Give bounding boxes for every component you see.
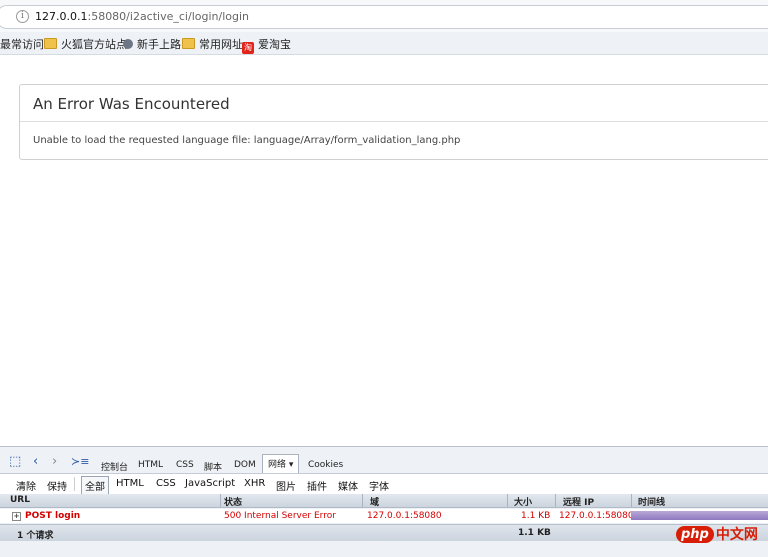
request-size: 1.1 KB xyxy=(521,511,551,521)
folder-icon xyxy=(182,38,195,49)
filter-css[interactable]: CSS xyxy=(156,478,176,489)
network-toolbar: 清除 保持 全部 HTML CSS JavaScript XHR 图片 插件 媒… xyxy=(0,473,768,495)
tab-console[interactable]: 控制台 xyxy=(101,460,128,473)
console-list-icon[interactable]: ≻≡ xyxy=(71,455,89,468)
filter-fonts[interactable]: 字体 xyxy=(369,478,389,493)
filter-all[interactable]: 全部 xyxy=(81,476,109,495)
column-url[interactable]: URL xyxy=(10,495,30,505)
column-separator xyxy=(507,494,508,507)
tab-dom[interactable]: DOM xyxy=(234,460,256,470)
column-separator xyxy=(362,494,363,507)
globe-icon xyxy=(123,39,133,49)
column-domain[interactable]: 域 xyxy=(370,495,379,508)
divider xyxy=(20,121,768,122)
request-status: 500 Internal Server Error xyxy=(224,511,336,521)
timeline-bar xyxy=(631,511,768,520)
bookmark-most-visited[interactable]: 最常访问 xyxy=(0,36,44,51)
bookmark-common-sites[interactable]: 常用网址 xyxy=(182,36,243,51)
request-remote-ip: 127.0.0.1:58080 xyxy=(559,511,634,521)
column-size[interactable]: 大小 xyxy=(514,495,532,508)
devtools-tabbar: ⬚ ‹ › ≻≡ 控制台 HTML CSS 脚本 DOM 网络 ▾ Cookie… xyxy=(0,450,768,475)
bookmark-firefox-official[interactable]: 火狐官方站点 xyxy=(44,36,127,51)
toolbar-separator xyxy=(74,477,75,491)
bookmark-ai-taobao[interactable]: 淘爱淘宝 xyxy=(242,36,291,54)
watermark-logo: php xyxy=(676,525,714,543)
filter-images[interactable]: 图片 xyxy=(276,478,296,493)
filter-html[interactable]: HTML xyxy=(116,478,144,489)
bookmarks-toolbar: 最常访问 火狐官方站点 新手上路 常用网址 淘爱淘宝 xyxy=(0,32,768,55)
inspect-icon[interactable]: ⬚ xyxy=(9,455,21,468)
forward-icon[interactable]: › xyxy=(52,455,57,468)
filter-javascript[interactable]: JavaScript xyxy=(185,478,235,489)
request-url[interactable]: + POST login xyxy=(12,511,80,521)
network-summary: 1 个请求 1.1 KB xyxy=(0,524,768,541)
devtools-panel: ⬚ ‹ › ≻≡ 控制台 HTML CSS 脚本 DOM 网络 ▾ Cookie… xyxy=(0,446,768,557)
column-separator xyxy=(555,494,556,507)
error-title: An Error Was Encountered xyxy=(33,95,230,113)
column-status[interactable]: 状态 xyxy=(224,495,242,508)
tab-css[interactable]: CSS xyxy=(176,460,194,470)
request-count: 1 个请求 xyxy=(17,531,54,541)
filter-media[interactable]: 媒体 xyxy=(338,478,358,493)
column-separator xyxy=(631,494,632,507)
url-host: 127.0.0.1 xyxy=(35,10,88,23)
taobao-icon: 淘 xyxy=(242,42,254,54)
persist-button[interactable]: 保持 xyxy=(47,478,67,493)
tab-cookies[interactable]: Cookies xyxy=(308,460,343,470)
tab-network[interactable]: 网络 ▾ xyxy=(262,454,300,475)
filter-plugins[interactable]: 插件 xyxy=(307,478,327,493)
clear-button[interactable]: 清除 xyxy=(16,478,36,493)
column-remote-ip[interactable]: 远程 IP xyxy=(563,495,594,508)
folder-icon xyxy=(44,38,57,49)
info-icon[interactable]: i xyxy=(16,10,29,23)
watermark-text: 中文网 xyxy=(715,527,758,543)
column-separator xyxy=(220,494,221,507)
tab-script[interactable]: 脚本 xyxy=(204,460,222,473)
error-panel: An Error Was Encountered Unable to load … xyxy=(19,84,768,160)
network-table-header: URL 状态 域 大小 远程 IP 时间线 xyxy=(0,494,768,508)
url-path: :58080/i2active_ci/login/login xyxy=(87,10,249,23)
total-size: 1.1 KB xyxy=(518,528,551,538)
back-icon[interactable]: ‹ xyxy=(33,455,38,468)
bookmark-getting-started[interactable]: 新手上路 xyxy=(123,36,181,51)
address-bar-area: i 127.0.0.1:58080/i2active_ci/login/logi… xyxy=(0,0,768,33)
expand-icon[interactable]: + xyxy=(12,512,21,521)
error-message: Unable to load the requested language fi… xyxy=(33,135,461,146)
request-domain: 127.0.0.1:58080 xyxy=(367,511,442,521)
filter-xhr[interactable]: XHR xyxy=(244,478,265,489)
watermark: php 中文网 xyxy=(676,524,758,544)
column-timeline[interactable]: 时间线 xyxy=(638,495,665,508)
tab-html[interactable]: HTML xyxy=(138,460,163,470)
url-text[interactable]: 127.0.0.1:58080/i2active_ci/login/login xyxy=(35,10,249,23)
